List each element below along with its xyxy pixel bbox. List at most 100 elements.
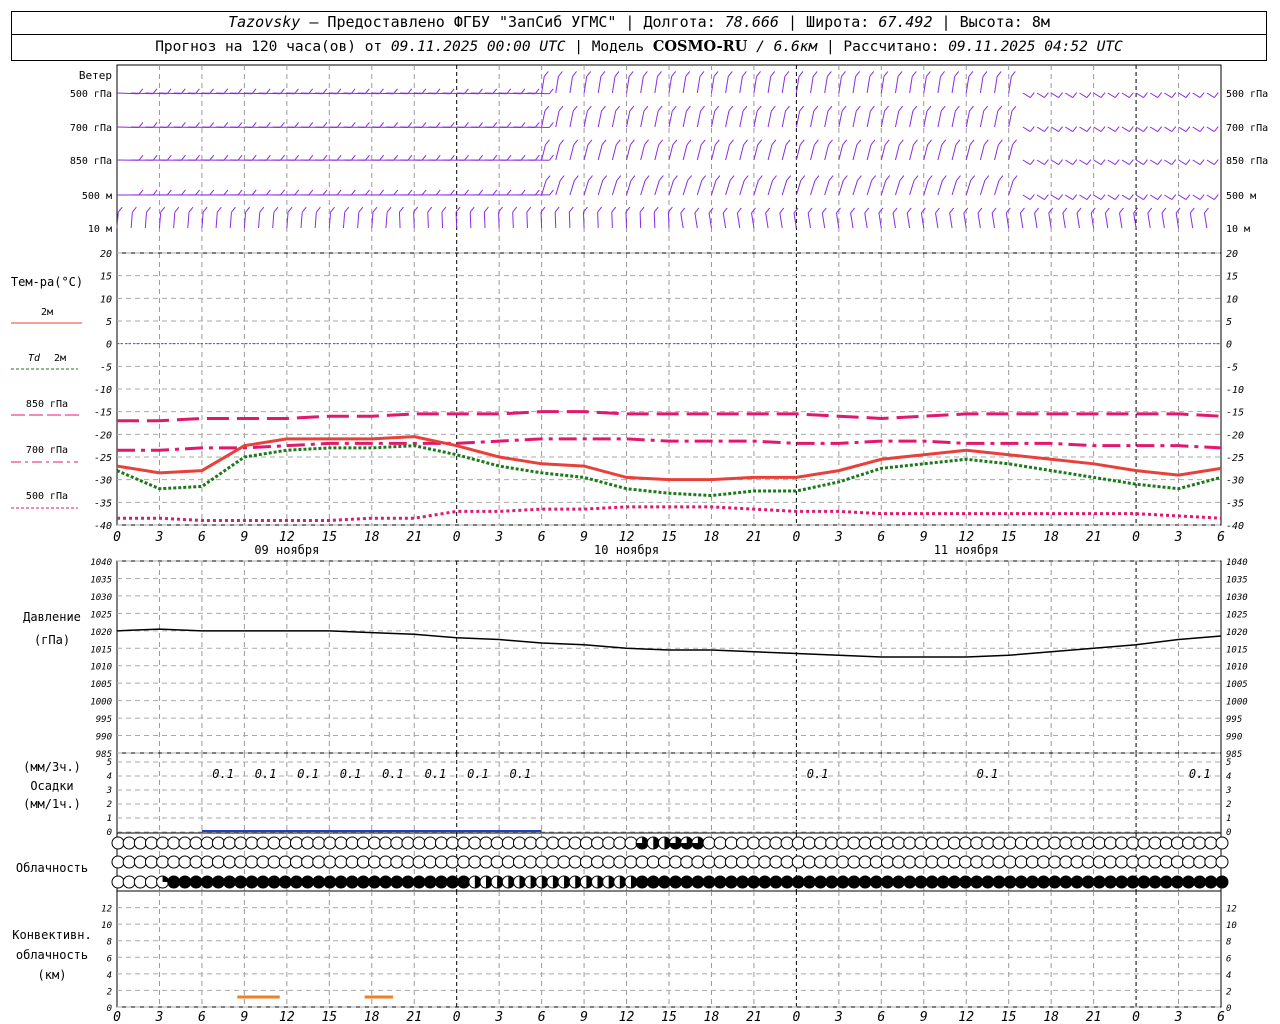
wind-barb-flag	[545, 175, 551, 181]
wind-barb-staff	[1149, 126, 1158, 132]
wind-barb-flag	[892, 207, 898, 214]
wind-barb-flag	[828, 139, 833, 146]
wind-barb-staff	[1192, 126, 1201, 132]
wind-barb-flag	[940, 71, 945, 77]
wind-barb-flag	[785, 105, 790, 112]
cloud-cover-symbol	[535, 836, 549, 850]
wind-barb-flag	[714, 105, 720, 112]
wind-barb-flag	[727, 71, 733, 77]
cloud-cover-symbol	[401, 836, 415, 850]
wind-barb-staff	[1107, 92, 1116, 98]
wind-barb-staff	[807, 212, 812, 229]
cloud-cover-symbol	[144, 836, 158, 850]
cloud-cover-symbol	[122, 836, 136, 850]
wind-barb-flag	[573, 175, 579, 181]
temp-tick-left: -10	[94, 385, 112, 396]
cloud-cover-symbol	[323, 875, 337, 889]
wind-barb-flag	[1128, 194, 1134, 200]
temp-tick-left: -25	[94, 453, 112, 464]
wind-barb-flag	[657, 105, 663, 112]
x-tick-label-bottom: 3	[834, 1010, 843, 1024]
day-label: 11 ноября	[934, 543, 999, 557]
wind-barb-staff	[739, 76, 743, 94]
wind-barb-flag	[1157, 92, 1163, 98]
wind-level-label-right: 500 м	[1226, 191, 1256, 202]
cloud-cover-symbol	[479, 836, 493, 850]
x-tick-label: 3	[155, 530, 164, 545]
cloud-cover-symbol	[814, 855, 828, 869]
cloud-cover-symbol	[524, 836, 538, 850]
wind-barb-staff	[342, 212, 346, 229]
wind-barb-flag	[586, 105, 592, 112]
wind-barb-flag	[365, 189, 370, 196]
wind-barb-staff	[1178, 126, 1187, 132]
wind-barb-flag	[857, 175, 862, 181]
wind-barb-staff	[272, 212, 275, 229]
x-tick-label: 9	[240, 530, 248, 545]
cloud-cover-symbol	[892, 836, 906, 850]
wind-barb-flag	[379, 154, 384, 161]
precip-amount-label: 0.1	[255, 767, 277, 781]
wind-barb-flag	[1199, 194, 1205, 200]
wind-barb-flag	[601, 139, 607, 146]
wind-barb-flag	[926, 71, 931, 77]
wind-barb-staff	[725, 76, 729, 94]
wind-barb-flag	[407, 189, 413, 196]
wind-barb-flag	[265, 154, 271, 161]
cloud-cover-symbol	[702, 836, 716, 850]
cloud-cover-symbol	[602, 855, 616, 869]
wind-barb-staff	[894, 180, 901, 196]
x-tick-label-bottom: 9	[580, 1010, 588, 1024]
wind-barb-staff	[795, 76, 800, 94]
wind-barb-flag	[372, 206, 378, 213]
temp-tick-left: -30	[94, 476, 112, 487]
wind-barb-flag	[784, 71, 790, 77]
cloud-cover-symbol	[914, 855, 928, 869]
x-tick-label: 6	[198, 530, 206, 545]
x-tick-label: 3	[834, 530, 843, 545]
cloud-cover-symbol	[992, 855, 1006, 869]
cloud-cover-symbol	[178, 855, 192, 869]
wind-barb-staff	[1206, 92, 1215, 98]
cloud-cover-symbol	[914, 875, 928, 889]
x-tick-label: 0	[1132, 530, 1140, 545]
wind-barb-flag	[441, 206, 447, 213]
wind-barb-staff	[739, 180, 745, 196]
cloud-cover-symbol	[814, 875, 828, 889]
wind-barb-flag	[1100, 194, 1106, 200]
wind-barb-staff	[937, 180, 943, 196]
wind-barb-flag	[864, 207, 870, 214]
cloud-cover-symbol	[301, 855, 315, 869]
wind-barb-staff	[455, 212, 458, 229]
temp-tick-right: 0	[1226, 340, 1232, 351]
pressure-tick-left: 1005	[90, 680, 112, 690]
wind-barb-flag	[554, 206, 560, 213]
wind-barb-staff	[1164, 92, 1173, 98]
wind-barb-flag	[729, 139, 734, 146]
wind-barb-staff	[1107, 126, 1116, 132]
wind-barb-staff	[838, 144, 844, 161]
pressure-tick-left: 1040	[90, 558, 112, 568]
cloud-cover-symbol	[713, 855, 727, 869]
precip-axis-title-a: (мм/3ч.)	[23, 760, 81, 774]
cloud-cover-symbol	[1103, 875, 1117, 889]
cloud-cover-symbol	[825, 855, 839, 869]
cloud-cover-symbol	[1070, 875, 1084, 889]
convective-axis-title-c: (км)	[38, 968, 67, 982]
wind-barb-flag	[800, 175, 806, 181]
cloud-cover-symbol	[635, 855, 649, 869]
wind-barb-flag	[1072, 194, 1078, 200]
wind-barb-flag	[956, 175, 961, 181]
wind-barb-staff	[682, 76, 687, 94]
wind-barb-staff	[682, 144, 688, 161]
wind-level-label-right: 850 гПа	[1226, 156, 1268, 167]
x-tick-label: 0	[453, 530, 461, 545]
cloud-cover-symbol	[836, 875, 850, 889]
wind-barb-staff	[821, 212, 826, 229]
wind-barb-flag	[644, 139, 649, 146]
wind-barb-staff	[357, 212, 360, 229]
cloud-cover-symbol	[1115, 836, 1129, 850]
wind-barb-staff	[923, 144, 929, 161]
wind-barb-staff	[1164, 126, 1173, 132]
x-tick-label: 18	[704, 530, 720, 545]
